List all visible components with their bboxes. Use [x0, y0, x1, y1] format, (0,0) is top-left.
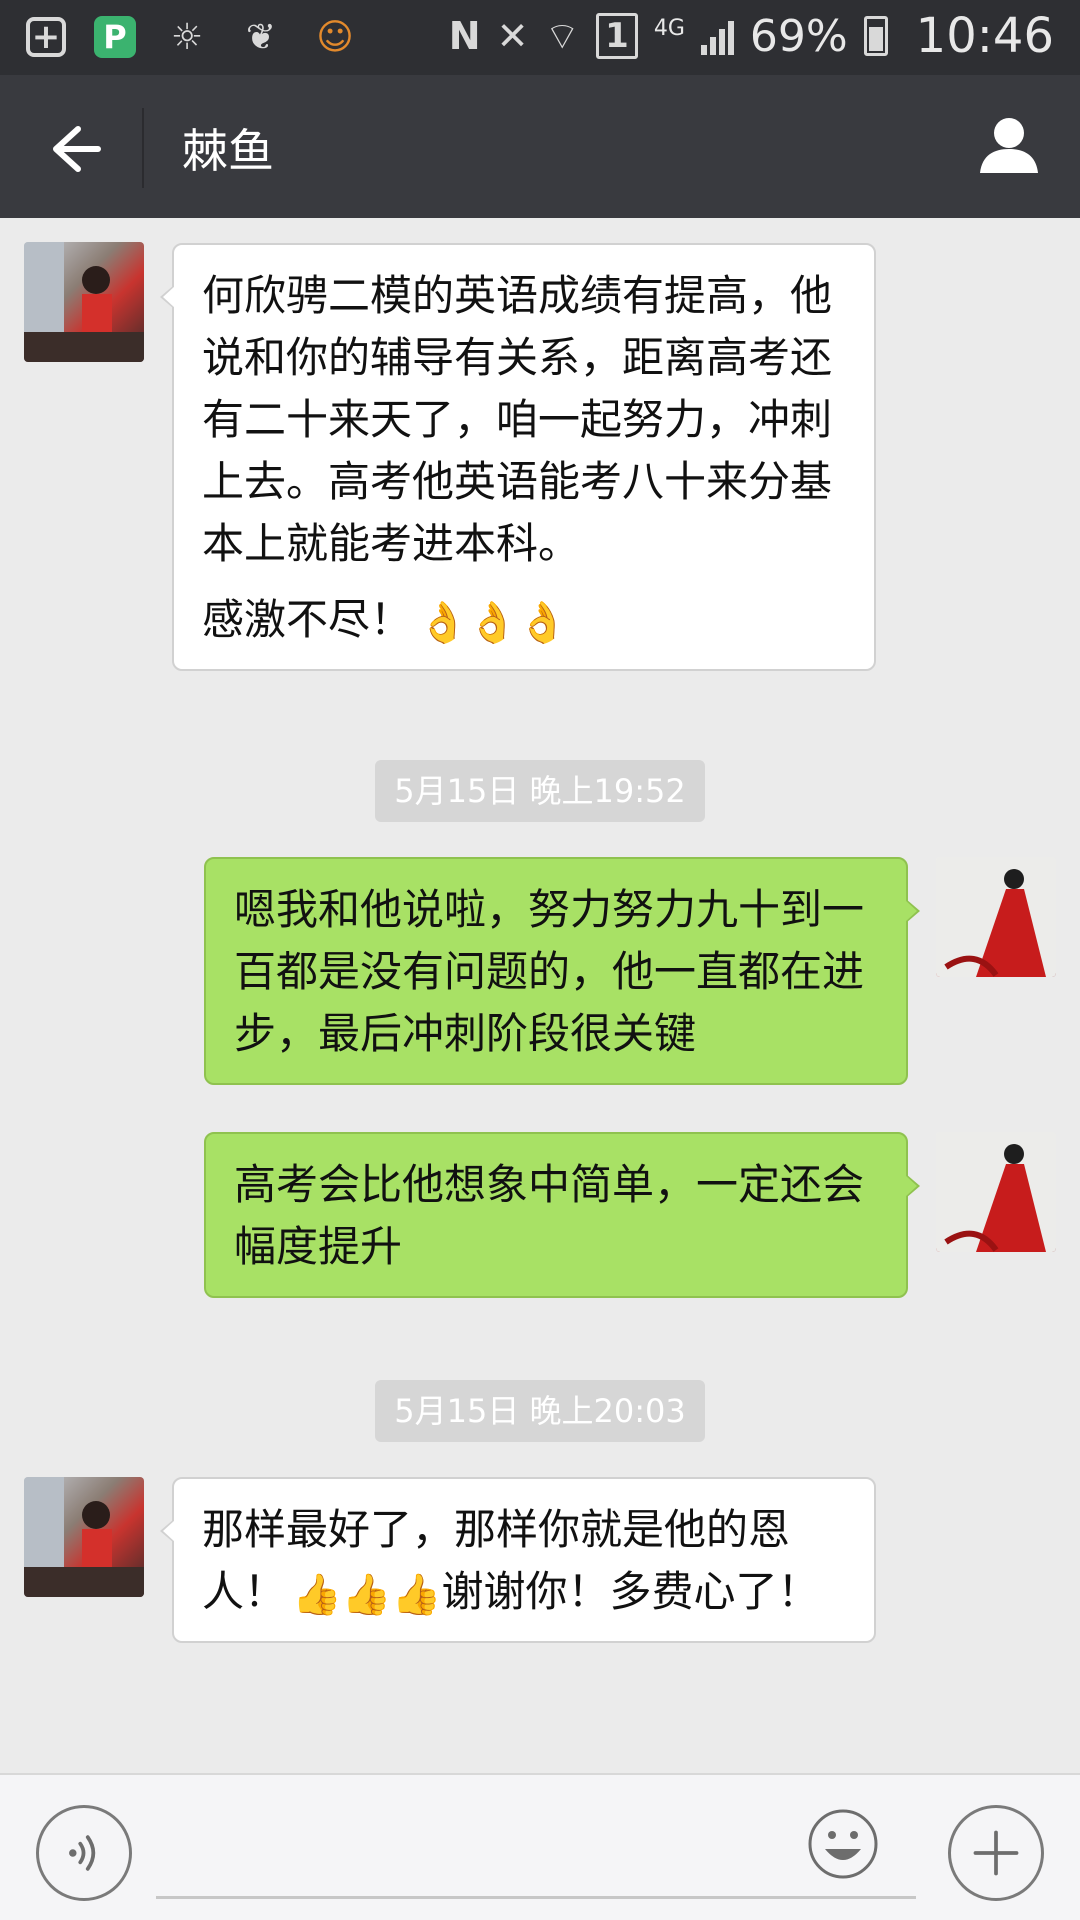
- input-bar: [0, 1773, 1080, 1920]
- ok-hand-emoji-icon: 👌👌👌: [418, 599, 568, 646]
- more-button[interactable]: [948, 1805, 1044, 1901]
- message-text: 高考会比他想象中简单，一定还会幅度提升: [234, 1160, 865, 1271]
- my-avatar-image: [936, 1132, 1056, 1252]
- profile-button[interactable]: [974, 111, 1044, 181]
- emoji-button[interactable]: [806, 1807, 880, 1881]
- contact-avatar[interactable]: [24, 1477, 144, 1597]
- chat-title: 棘鱼: [182, 124, 274, 178]
- signal-icon: [700, 17, 734, 55]
- contact-avatar-image: [24, 1477, 144, 1597]
- voice-icon: [69, 1835, 96, 1871]
- plus-square-icon: +: [26, 17, 66, 57]
- nfc-icon: N: [448, 14, 481, 58]
- smiley-icon: [808, 1809, 878, 1879]
- battery-icon: [863, 16, 888, 56]
- thumbs-up-emoji-icon: 👍👍👍: [292, 1571, 442, 1618]
- wifi-icon: ⌔: [544, 14, 581, 58]
- status-bar: + P ☼ ❦ ☺ N ✕ ⌔ 1 4G 69% 10:46: [0, 0, 1080, 75]
- contact-avatar[interactable]: [24, 242, 144, 362]
- my-avatar[interactable]: [936, 857, 1056, 977]
- plus-icon: [973, 1830, 1019, 1876]
- contact-avatar-image: [24, 242, 144, 362]
- brightness-icon: ☼: [170, 16, 204, 58]
- message-bubble-incoming[interactable]: 那样最好了，那样你就是他的恩人！ 👍👍👍谢谢你！多费心了！: [160, 1477, 876, 1643]
- message-bubble-incoming[interactable]: 何欣骋二模的英语成绩有提高，他说和你的辅导有关系，距离高考还有二十来天了，咱一起…: [160, 243, 876, 671]
- message-text: 感激不尽！: [202, 595, 413, 644]
- message-bubble-outgoing[interactable]: 高考会比他想象中简单，一定还会幅度提升: [204, 1132, 920, 1298]
- timestamp: 5月15日 晚上19:52: [375, 760, 705, 822]
- timestamp: 5月15日 晚上20:03: [375, 1380, 705, 1442]
- vibrate-mute-icon: ✕: [496, 14, 529, 58]
- person-icon: [980, 118, 1038, 173]
- squirrel-icon: ❦: [245, 16, 277, 58]
- message-text: 嗯我和他说啦，努力努力九十到一百都是没有问题的，他一直都在进步，最后冲刺阶段很关…: [234, 885, 865, 1058]
- sim-icon: 1: [596, 13, 638, 59]
- system-icons: N ✕ ⌔ 1 4G 69% 10:46: [449, 8, 1054, 64]
- notification-icons: + P ☼ ❦ ☺: [26, 14, 358, 60]
- app-p-icon: P: [94, 16, 136, 58]
- message-text: 何欣骋二模的英语成绩有提高，他说和你的辅导有关系，距离高考还有二十来天了，咱一起…: [202, 271, 833, 568]
- voice-button[interactable]: [36, 1805, 132, 1901]
- arrow-left-icon: [53, 126, 101, 172]
- emoji-app-icon: ☺: [316, 16, 354, 58]
- back-button[interactable]: [36, 113, 108, 185]
- chat-header: 棘鱼: [0, 75, 1080, 218]
- network-type: 4G: [653, 16, 685, 41]
- message-input[interactable]: [156, 1815, 916, 1899]
- my-avatar-image: [936, 857, 1056, 977]
- message-bubble-outgoing[interactable]: 嗯我和他说啦，努力努力九十到一百都是没有问题的，他一直都在进步，最后冲刺阶段很关…: [204, 857, 920, 1085]
- message-text: 谢谢你！多费心了！: [441, 1567, 820, 1616]
- my-avatar[interactable]: [936, 1132, 1056, 1252]
- header-divider: [142, 108, 144, 188]
- battery-percent: 69%: [749, 10, 848, 62]
- clock: 10:46: [915, 8, 1054, 64]
